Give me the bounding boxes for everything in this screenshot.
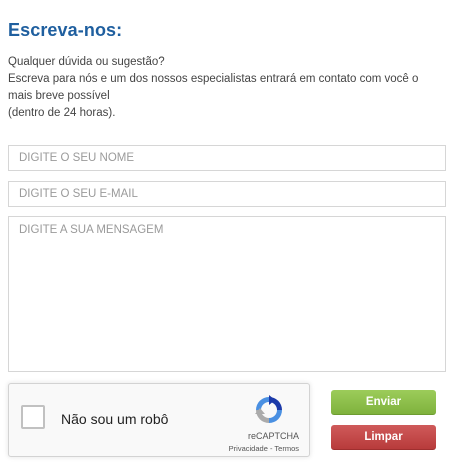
recaptcha-links: Privacidade - Termos <box>229 444 299 453</box>
recaptcha-logo-icon <box>255 395 282 423</box>
intro-line: (dentro de 24 horas). <box>8 107 116 119</box>
recaptcha-widget: Não sou um robô reCAPTCHA Privacidade - … <box>8 383 310 457</box>
recaptcha-label: Não sou um robô <box>61 411 169 427</box>
page-title: Escreva-nos: <box>8 20 123 40</box>
recaptcha-brand: reCAPTCHA <box>247 431 299 441</box>
intro-line: Qualquer dúvida ou sugestão? <box>8 56 165 68</box>
name-input[interactable] <box>8 145 446 171</box>
recaptcha-checkbox[interactable] <box>21 405 45 429</box>
intro-text: Qualquer dúvida ou sugestão? Escreva par… <box>8 54 448 122</box>
send-button[interactable]: Enviar <box>331 390 436 415</box>
intro-line: mais breve possível <box>8 90 110 102</box>
recaptcha-terms-link[interactable]: Termos <box>274 444 299 453</box>
contact-form-page: Escreva-nos: Qualquer dúvida ou sugestão… <box>0 0 458 467</box>
message-textarea[interactable] <box>8 216 446 372</box>
email-input[interactable] <box>8 181 446 207</box>
clear-button[interactable]: Limpar <box>331 425 436 450</box>
recaptcha-privacy-link[interactable]: Privacidade <box>229 444 268 453</box>
intro-line: Escreva para nós e um dos nossos especia… <box>8 73 419 85</box>
